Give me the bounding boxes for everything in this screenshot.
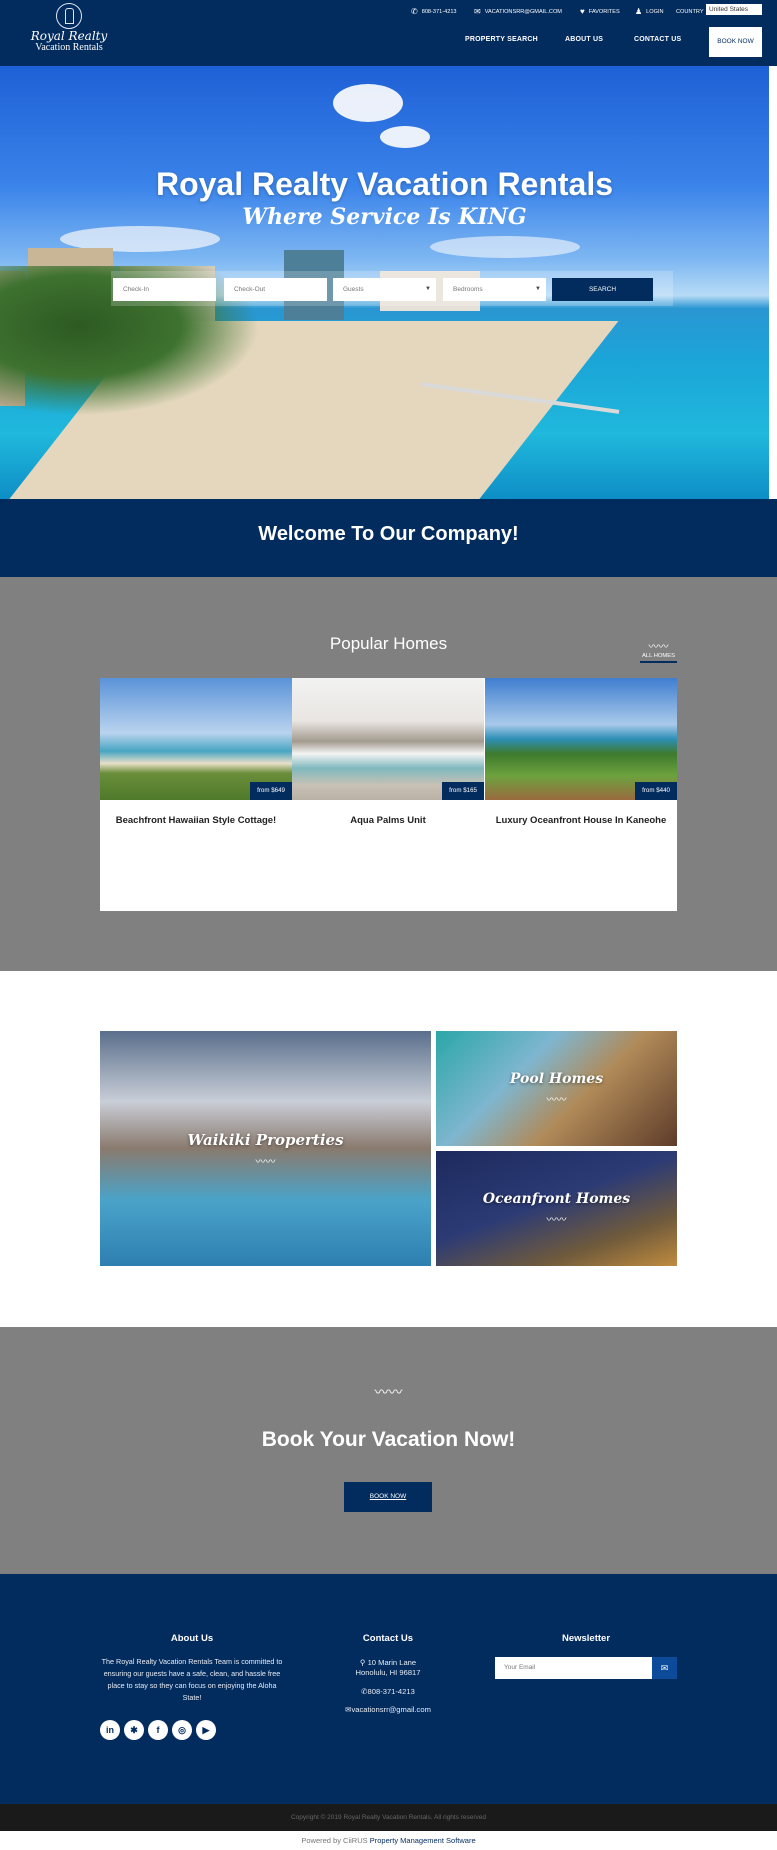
- address-line1: 10 Marin Lane: [367, 1658, 417, 1667]
- favorites-label: FAVORITES: [588, 9, 620, 15]
- footer-phone[interactable]: ✆808-371-4213: [316, 1687, 460, 1697]
- welcome-title: Welcome To Our Company!: [258, 523, 519, 545]
- header-phone-text: 808-371-4213: [421, 9, 457, 15]
- bedrooms-select-value: Bedrooms: [453, 286, 483, 293]
- phone-icon: ✆: [411, 7, 418, 16]
- logo-script-text: Royal Realty: [30, 29, 108, 43]
- all-homes-link[interactable]: 〰〰 ALL HOMES: [640, 643, 677, 663]
- address-line2: Honolulu, HI 96817: [355, 1668, 421, 1677]
- welcome-section: Welcome To Our Company!: [0, 499, 777, 577]
- home-card[interactable]: from $649 Beachfront Hawaiian Style Cott…: [100, 678, 292, 911]
- wave-icon: 〰〰: [546, 1215, 567, 1226]
- nav-property-search[interactable]: PROPERTY SEARCH: [465, 36, 538, 43]
- home-price-badge: from $165: [442, 782, 484, 800]
- home-card[interactable]: from $440 Luxury Oceanfront House In Kan…: [485, 678, 677, 911]
- checkin-input[interactable]: Check-In: [113, 278, 216, 301]
- site-header: Royal Realty Vacation Rentals ✆ 808-371-4…: [0, 0, 777, 66]
- hero-tagline: Where Service Is KING: [242, 204, 527, 230]
- youtube-icon[interactable]: ▶: [196, 1720, 216, 1740]
- facebook-icon[interactable]: f: [148, 1720, 168, 1740]
- home-card[interactable]: from $165 Aqua Palms Unit: [292, 678, 484, 911]
- wave-icon: 〰〰: [374, 1384, 403, 1400]
- search-button[interactable]: SEARCH: [552, 278, 653, 301]
- category-pool-homes[interactable]: Pool Homes 〰〰: [436, 1031, 677, 1146]
- hero-cloud: [380, 126, 430, 148]
- newsletter-submit-button[interactable]: ✉: [652, 1657, 677, 1679]
- hero-banner: Royal Realty Vacation Rentals Where Serv…: [0, 66, 769, 499]
- category-label: Pool Homes: [509, 1071, 604, 1087]
- instagram-icon[interactable]: ◎: [172, 1720, 192, 1740]
- header-email[interactable]: ✉ VACATIONSRR@GMAIL.COM: [474, 6, 562, 18]
- home-name[interactable]: Beachfront Hawaiian Style Cottage!: [108, 815, 284, 826]
- yelp-icon[interactable]: ✱: [124, 1720, 144, 1740]
- nav-about-us[interactable]: ABOUT US: [565, 36, 603, 43]
- popular-homes-section: Popular Homes 〰〰 ALL HOMES from $649 Bea…: [0, 577, 777, 971]
- favorites-link[interactable]: ♥ FAVORITES: [580, 6, 620, 18]
- powered-by-text: Powered by CiiRUS: [301, 1836, 368, 1845]
- category-label: Oceanfront Homes: [482, 1191, 631, 1207]
- copyright-bar: Copyright © 2019 Royal Realty Vacation R…: [0, 1804, 777, 1831]
- powered-by-bar: Powered by CiiRUS Property Management So…: [0, 1831, 777, 1850]
- category-label: Waikiki Properties: [187, 1131, 344, 1149]
- logo-subtitle: Vacation Rentals: [35, 42, 103, 53]
- home-name[interactable]: Aqua Palms Unit: [300, 815, 476, 826]
- site-logo[interactable]: Royal Realty Vacation Rentals: [28, 3, 110, 61]
- login-link[interactable]: ♟ LOGIN: [635, 6, 664, 18]
- crest-icon: [56, 3, 82, 29]
- user-icon: ♟: [635, 7, 643, 16]
- copyright-text: Copyright © 2019 Royal Realty Vacation R…: [290, 1814, 487, 1821]
- categories-section: Waikiki Properties 〰〰 Pool Homes 〰〰 Ocea…: [0, 971, 777, 1327]
- hero-title: Royal Realty Vacation Rentals: [155, 166, 614, 202]
- newsletter-email-input[interactable]: Your Email: [495, 1657, 652, 1679]
- caret-down-icon: ▼: [425, 286, 431, 292]
- country-select[interactable]: United States: [706, 4, 762, 15]
- bedrooms-select[interactable]: Bedrooms ▼: [443, 278, 546, 301]
- country-label: COUNTRY: [676, 9, 704, 15]
- category-waikiki-properties[interactable]: Waikiki Properties 〰〰: [100, 1031, 431, 1266]
- footer-address: ⚲ 10 Marin Lane Honolulu, HI 96817: [316, 1658, 460, 1678]
- hero-cloud: [430, 236, 580, 258]
- book-vacation-section: 〰〰 Book Your Vacation Now! BOOK NOW: [0, 1327, 777, 1574]
- caret-down-icon: ▼: [535, 286, 541, 292]
- footer-about-text: The Royal Realty Vacation Rentals Team i…: [101, 1657, 283, 1702]
- guests-select-value: Guests: [343, 286, 364, 293]
- powered-by-link[interactable]: Property Management Software: [370, 1836, 476, 1845]
- homes-card-row: from $649 Beachfront Hawaiian Style Cott…: [100, 678, 677, 911]
- wave-icon: 〰〰: [255, 1157, 276, 1168]
- nav-contact-us[interactable]: CONTACT US: [634, 36, 681, 43]
- category-oceanfront-homes[interactable]: Oceanfront Homes 〰〰: [436, 1151, 677, 1266]
- map-pin-icon: ⚲: [359, 1658, 366, 1667]
- all-homes-underline: [640, 661, 677, 663]
- header-phone[interactable]: ✆ 808-371-4213: [411, 6, 457, 18]
- guests-select[interactable]: Guests ▼: [333, 278, 436, 301]
- footer-newsletter-title: Newsletter: [561, 1633, 611, 1644]
- home-name[interactable]: Luxury Oceanfront House In Kaneohe: [493, 815, 669, 826]
- book-vacation-title: Book Your Vacation Now!: [261, 1428, 516, 1451]
- home-price-badge: from $440: [635, 782, 677, 800]
- all-homes-label: ALL HOMES: [642, 653, 675, 659]
- home-price-badge: from $649: [250, 782, 292, 800]
- footer-about-title: About Us: [170, 1633, 214, 1644]
- book-now-button[interactable]: BOOK NOW: [709, 27, 762, 57]
- header-email-text: VACATIONSRR@GMAIL.COM: [484, 9, 562, 15]
- login-label: LOGIN: [646, 9, 664, 15]
- checkout-input[interactable]: Check-Out: [224, 278, 327, 301]
- wave-icon: 〰〰: [546, 1095, 567, 1106]
- envelope-icon: ✉: [660, 1663, 669, 1673]
- book-now-cta-button[interactable]: BOOK NOW: [344, 1482, 432, 1512]
- heart-icon: ♥: [580, 7, 585, 16]
- linkedin-icon[interactable]: in: [100, 1720, 120, 1740]
- hero-cloud: [333, 84, 403, 122]
- footer-email-text: vacationsrr@gmail.com: [351, 1705, 431, 1714]
- wave-icon: 〰〰: [648, 642, 669, 653]
- footer-contact-title: Contact Us: [362, 1633, 414, 1644]
- site-footer: About Us The Royal Realty Vacation Renta…: [0, 1574, 777, 1804]
- footer-email[interactable]: ✉vacationsrr@gmail.com: [316, 1705, 460, 1715]
- envelope-icon: ✉: [474, 7, 481, 16]
- footer-phone-text: 808-371-4213: [367, 1687, 415, 1696]
